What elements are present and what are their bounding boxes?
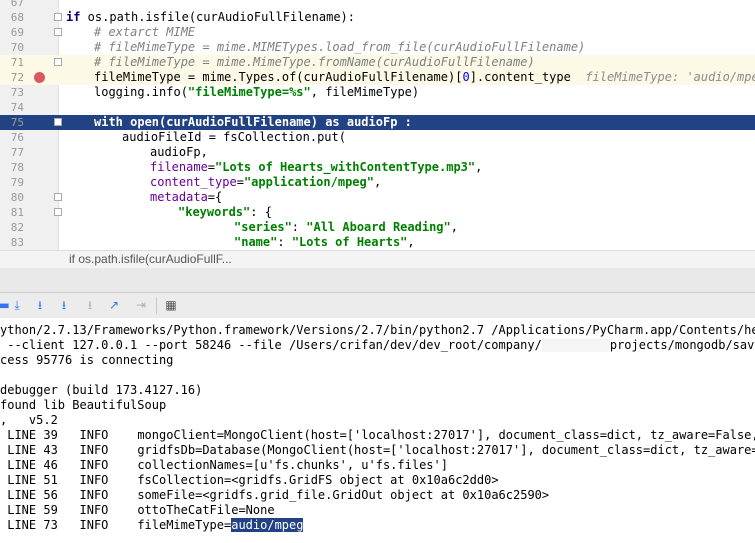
line-number: 73 xyxy=(10,86,24,99)
fold-icon[interactable] xyxy=(54,118,62,126)
execution-point-line[interactable]: 75 with open(curAudioFullFilename) as au… xyxy=(0,115,755,130)
code-text: audioFileId = fsCollection.put( xyxy=(122,130,346,144)
line-number: 72 xyxy=(10,71,24,84)
selected-text[interactable]: audio/mpeg xyxy=(231,518,304,532)
line-number: 78 xyxy=(10,161,24,174)
line-number: 81 xyxy=(10,206,24,219)
code-line[interactable]: 67 xyxy=(0,0,755,10)
log-line: LINE 56 INFO someFile=<gridfs.grid_file.… xyxy=(7,488,550,502)
step-over-icon[interactable]: ⤓ xyxy=(10,298,24,312)
code-text: content_type="application/mpeg", xyxy=(150,175,382,189)
code-editor[interactable]: 67 68 if os.path.isfile(curAudioFullFile… xyxy=(0,0,755,250)
code-line[interactable]: 69 # extarct MIME xyxy=(0,25,755,40)
code-line[interactable]: 83 "name": "Lots of Hearts", xyxy=(0,235,755,250)
line-number: 71 xyxy=(10,56,24,69)
log-line: LINE 59 INFO ottoTheCatFile=None xyxy=(7,503,275,517)
fold-icon[interactable] xyxy=(54,13,62,21)
code-line[interactable]: 80 metadata={ xyxy=(0,190,755,205)
line-number: 75 xyxy=(10,116,24,129)
line-number: 79 xyxy=(10,176,24,189)
breadcrumb[interactable]: if os.path.isfile(curAudioFullF... xyxy=(0,250,755,268)
fold-icon[interactable] xyxy=(54,28,62,36)
code-line[interactable]: 70 # fileMimeType = mime.MIMETypes.load_… xyxy=(0,40,755,55)
code-text: if os.path.isfile(curAudioFullFilename): xyxy=(66,10,355,24)
code-line[interactable]: 72 fileMimeType = mime.Types.of(curAudio… xyxy=(0,70,755,85)
console-line: ython/2.7.13/Frameworks/Python.framework… xyxy=(0,323,755,337)
log-line: LINE 73 INFO fileMimeType=audio/mpeg xyxy=(7,518,304,532)
code-comment: # fileMimeType = mime.MimeType.fromName(… xyxy=(94,55,535,69)
line-number: 74 xyxy=(10,101,24,114)
log-line: LINE 46 INFO collectionNames=[u'fs.chunk… xyxy=(7,458,448,472)
log-line: LINE 39 INFO mongoClient=MongoClient(hos… xyxy=(7,428,755,442)
code-text: with open(curAudioFullFilename) as audio… xyxy=(94,115,412,129)
redacted-block xyxy=(541,339,610,352)
line-number: 69 xyxy=(10,26,24,39)
console-line: , v5.2 xyxy=(0,413,58,427)
code-text: "keywords": { xyxy=(178,205,272,219)
step-into-icon[interactable]: ⭳ xyxy=(33,298,47,312)
fold-icon[interactable] xyxy=(54,193,62,201)
fold-icon[interactable] xyxy=(54,208,62,216)
code-line[interactable]: 73 logging.info("fileMimeType=%s", fileM… xyxy=(0,85,755,100)
code-line[interactable]: 74 xyxy=(0,100,755,115)
code-comment: # extarct MIME xyxy=(94,25,196,39)
code-line[interactable]: 77 audioFp, xyxy=(0,145,755,160)
code-line[interactable]: 82 "series": "All Aboard Reading", xyxy=(0,220,755,235)
evaluate-expression-icon[interactable]: ▦ xyxy=(164,298,178,312)
force-step-into-icon[interactable]: ⭳ xyxy=(83,298,97,312)
panel-divider[interactable] xyxy=(0,268,755,292)
log-line: LINE 43 INFO gridfsDb=Database(MongoClie… xyxy=(7,443,755,457)
code-text: metadata={ xyxy=(150,190,223,204)
console-line: debugger (build 173.4127.16) xyxy=(0,383,203,397)
line-number: 67 xyxy=(10,0,24,9)
breakpoint-icon[interactable] xyxy=(34,72,45,83)
code-line[interactable]: 81 "keywords": { xyxy=(0,205,755,220)
code-line[interactable]: 76 audioFileId = fsCollection.put( xyxy=(0,130,755,145)
line-number: 83 xyxy=(10,236,24,249)
console-line: found lib BeautifulSoup xyxy=(0,398,167,412)
step-into-my-code-icon[interactable]: ⭳ xyxy=(57,298,71,312)
fold-icon[interactable] xyxy=(54,58,62,66)
breadcrumb-item[interactable]: if os.path.isfile(curAudioFullF... xyxy=(69,252,232,266)
code-comment: # fileMimeType = mime.MIMETypes.load_fro… xyxy=(94,40,586,54)
run-to-cursor-icon[interactable]: ⇥ xyxy=(134,298,148,312)
line-number: 80 xyxy=(10,191,24,204)
debug-console[interactable]: ython/2.7.13/Frameworks/Python.framework… xyxy=(0,318,755,543)
inline-debug-value: fileMimeType: 'audio/mpeg' xyxy=(585,70,755,84)
code-line[interactable]: 71 # fileMimeType = mime.MimeType.fromNa… xyxy=(0,55,755,70)
debugger-toolbar: ▬ ⤓ ⭳ ⭳ ⭳ ↗ ⇥ ▦ xyxy=(0,292,755,319)
code-line[interactable]: 78 filename="Lots of Hearts_withContentT… xyxy=(0,160,755,175)
console-line: --client 127.0.0.1 --port 58246 --file /… xyxy=(0,338,755,352)
code-text: logging.info("fileMimeType=%s", fileMime… xyxy=(94,85,420,99)
code-line[interactable]: 68 if os.path.isfile(curAudioFullFilenam… xyxy=(0,10,755,25)
line-number: 77 xyxy=(10,146,24,159)
code-text: fileMimeType = mime.Types.of(curAudioFul… xyxy=(94,70,755,85)
line-number: 76 xyxy=(10,131,24,144)
code-line[interactable]: 79 content_type="application/mpeg", xyxy=(0,175,755,190)
line-number: 82 xyxy=(10,221,24,234)
code-text: "name": "Lots of Hearts", xyxy=(234,235,415,249)
code-text: audioFp, xyxy=(150,145,208,159)
line-number: 68 xyxy=(10,11,24,24)
toolbar-separator xyxy=(156,297,157,314)
line-number: 70 xyxy=(10,41,24,54)
step-out-icon[interactable]: ↗ xyxy=(107,298,121,312)
code-text: filename="Lots of Hearts_withContentType… xyxy=(150,160,483,174)
log-line: LINE 51 INFO fsCollection=<gridfs.GridFS… xyxy=(7,473,499,487)
code-text: "series": "All Aboard Reading", xyxy=(234,220,458,234)
console-line: cess 95776 is connecting xyxy=(0,353,174,367)
